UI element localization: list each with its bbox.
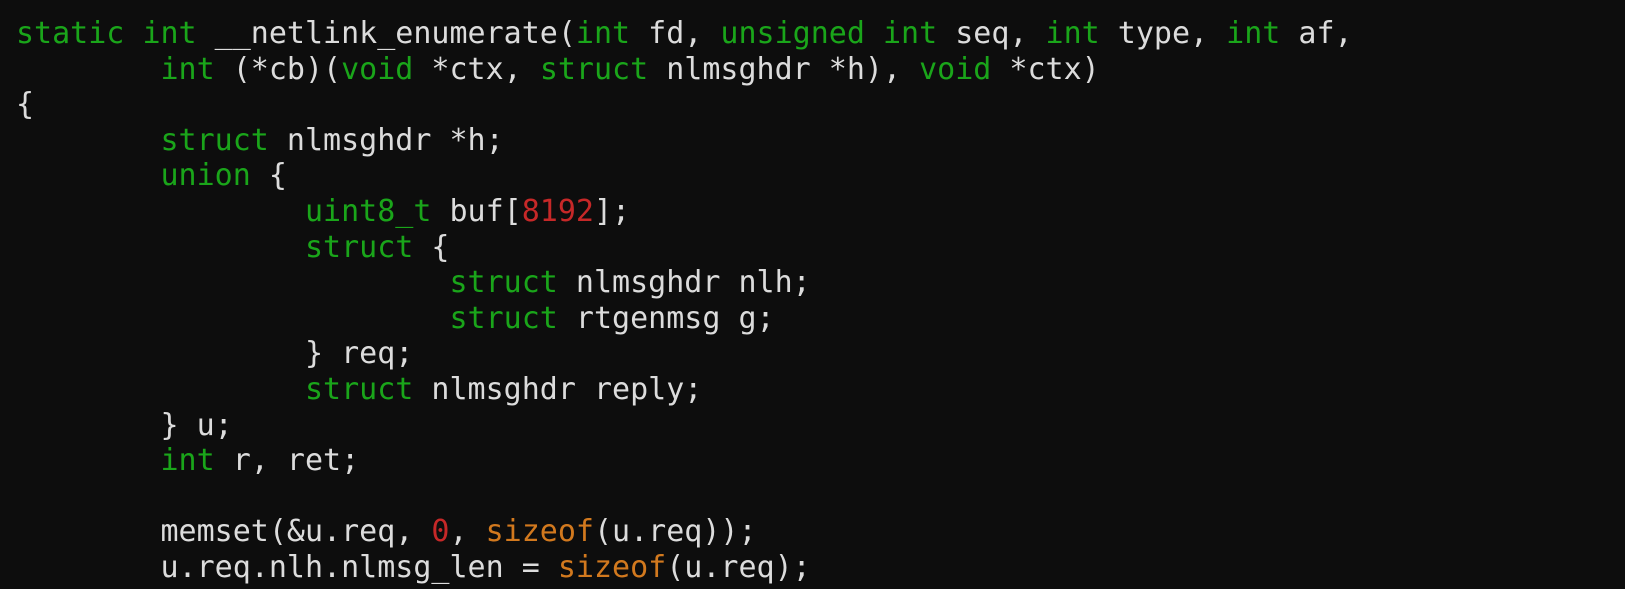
code-line: struct { (16, 230, 1353, 266)
code-token-type: unsigned (720, 16, 865, 51)
code-token-type: int (160, 51, 215, 87)
code-line: } u; (16, 408, 1353, 444)
code-token-type: uint8_t (304, 193, 432, 229)
code-token-kw: union (160, 158, 251, 194)
code-token-plain: (u.req); (666, 549, 811, 585)
code-token-type: int (575, 16, 631, 51)
code-line: struct nlmsghdr nlh; (16, 265, 1353, 301)
code-token-kw: struct (304, 371, 414, 407)
code-token-type: int (882, 16, 938, 51)
code-token-plain: type, (1099, 16, 1227, 51)
code-line: } req; (16, 336, 1353, 372)
code-line: struct nlmsghdr reply; (16, 372, 1353, 408)
code-token-type: void (919, 51, 992, 87)
code-token-plain: { (250, 158, 287, 194)
code-token-plain: memset(&u.req, (16, 514, 432, 550)
code-token-type: int (1226, 16, 1281, 51)
code-token-kw: struct (160, 122, 269, 158)
code-token-plain: (*cb)( (214, 51, 342, 87)
code-token-plain: __netlink_enumerate( (196, 16, 576, 51)
code-token-op: sizeof (557, 549, 667, 585)
code-line: { (16, 87, 1353, 123)
code-token-kw: static (16, 16, 125, 51)
code-token-plain: nlmsghdr reply; (413, 371, 703, 407)
code-token-plain: buf[ (431, 193, 522, 229)
code-token-plain: u.req.nlh.nlmsg_len = (16, 549, 558, 585)
code-token-plain: } req; (16, 336, 414, 372)
code-token-plain: nlmsghdr nlh; (557, 265, 811, 301)
code-token-num: 0 (431, 514, 450, 550)
code-token-plain: , (449, 514, 486, 550)
code-token-plain: } u; (16, 407, 233, 443)
code-text-surface[interactable]: static int __netlink_enumerate(int fd, u… (0, 0, 1353, 586)
code-line: uint8_t buf[8192]; (16, 194, 1353, 230)
code-token-type: int (1045, 16, 1100, 51)
code-line: int (*cb)(void *ctx, struct nlmsghdr *h)… (16, 52, 1353, 88)
code-line: struct rtgenmsg g; (16, 301, 1353, 337)
code-token-plain: seq, (937, 16, 1046, 51)
code-token-type: void (341, 51, 414, 87)
code-token-num: 8192 (521, 193, 594, 229)
code-token-plain: af, (1280, 16, 1353, 51)
code-token-plain: *ctx, (413, 51, 540, 87)
code-token-plain: fd, (630, 16, 721, 51)
code-token-type: int (142, 16, 197, 51)
code-line: union { (16, 158, 1353, 194)
code-token-plain: { (413, 229, 450, 265)
code-token-type: int (160, 443, 215, 479)
code-token-plain: (u.req)); (593, 514, 757, 550)
code-token-op: sizeof (485, 514, 594, 550)
code-token-plain: nlmsghdr *h; (268, 122, 504, 158)
code-token-kw: struct (304, 229, 414, 265)
code-line: static int __netlink_enumerate(int fd, u… (16, 16, 1353, 52)
code-token-plain: r, ret; (214, 443, 360, 479)
code-line: int r, ret; (16, 443, 1353, 479)
code-token-plain: ]; (593, 193, 631, 229)
code-line: struct nlmsghdr *h; (16, 123, 1353, 159)
code-token-kw: struct (449, 265, 558, 301)
code-viewer[interactable]: static int __netlink_enumerate(int fd, u… (0, 0, 1625, 589)
code-token-plain: nlmsghdr *h), (648, 51, 920, 87)
code-token-punct: { (16, 87, 35, 123)
code-token-plain: *ctx) (991, 51, 1100, 87)
code-token-plain: rtgenmsg g; (557, 300, 775, 336)
code-token-kw: struct (449, 300, 558, 336)
code-token-kw: struct (539, 51, 649, 87)
code-line: memset(&u.req, 0, sizeof(u.req)); (16, 514, 1353, 550)
code-line: u.req.nlh.nlmsg_len = sizeof(u.req); (16, 550, 1353, 586)
